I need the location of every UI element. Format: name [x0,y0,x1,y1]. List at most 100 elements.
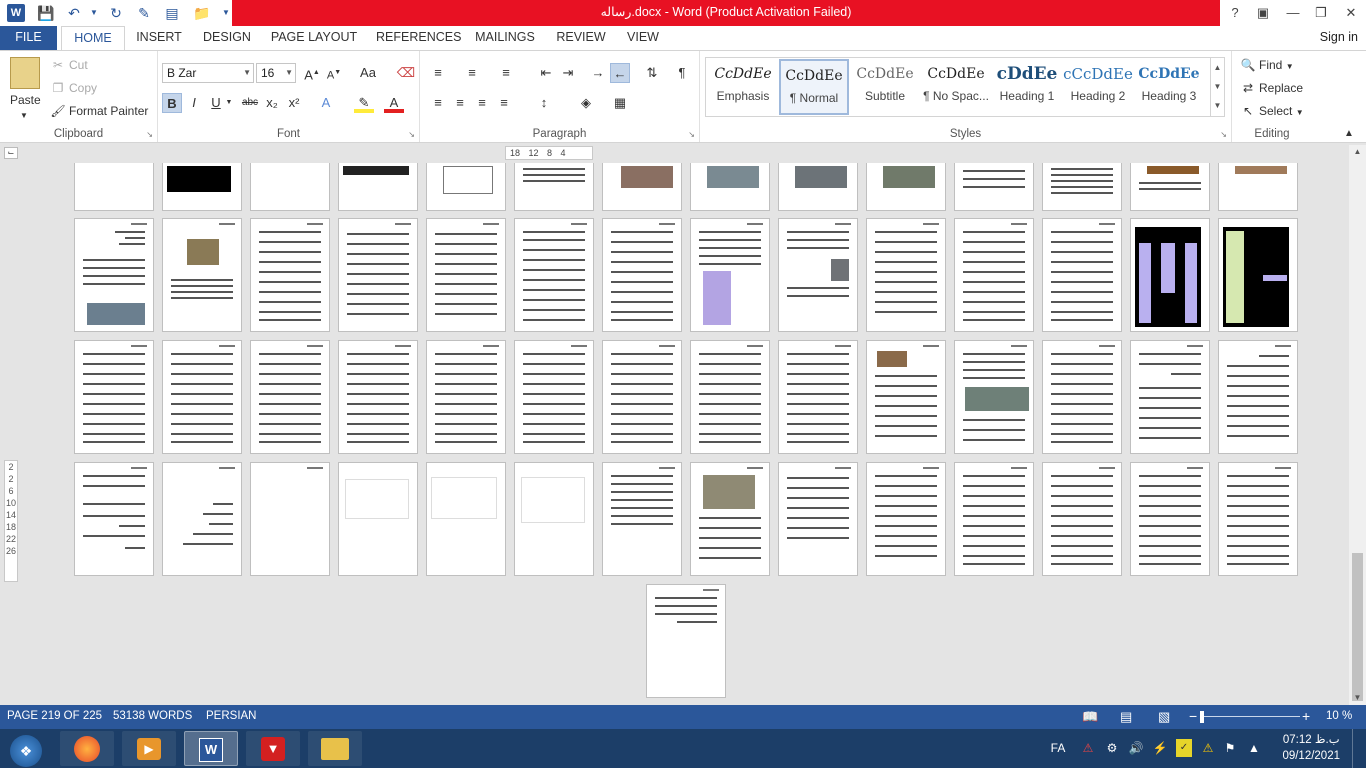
ltr-direction-icon[interactable]: → [588,63,608,83]
print-layout-icon[interactable]: ▤ [1120,705,1132,728]
new-document-icon[interactable]: ✎ [134,3,154,23]
print-preview-icon[interactable]: ▤ [162,3,182,23]
page-thumbnail[interactable] [338,340,418,454]
italic-button[interactable]: I [184,93,204,113]
subscript-button[interactable]: x₂ [262,93,282,113]
zoom-thumb[interactable] [1200,711,1204,723]
select-button[interactable]: ↖ Select ▼ [1240,102,1304,122]
page-thumbnail[interactable] [1042,462,1122,576]
grow-font-button[interactable]: A▲ [302,63,322,83]
tab-insert[interactable]: INSERT [134,26,184,50]
style-normal[interactable]: CcDdEe ¶ Normal [779,59,849,115]
page-thumbnail[interactable] [1042,218,1122,332]
page-thumbnail[interactable] [250,340,330,454]
cut-button[interactable]: ✂ Cut [50,56,88,74]
save-icon[interactable]: 💾 [36,3,56,23]
tab-references[interactable]: REFERENCES [376,26,461,50]
shading-icon[interactable]: ◈ [576,93,596,113]
warning-icon[interactable]: ⚠ [1200,739,1216,757]
paste-icon[interactable] [10,57,40,89]
font-dialog-launcher[interactable]: ↘ [408,130,415,139]
page-thumbnail[interactable] [1130,163,1210,211]
zoom-slider[interactable] [1202,716,1300,717]
bullets-icon[interactable]: ≡ [428,63,448,83]
word-taskbar-icon[interactable]: W [184,731,238,766]
page-thumbnail[interactable] [250,163,330,211]
vertical-scrollbar[interactable]: ▲ ▼ [1349,145,1366,705]
underline-dropdown-icon[interactable]: ▼ [224,93,234,113]
sort-icon[interactable]: ⇅ [642,63,662,83]
tab-selector-icon[interactable]: ⌙ [4,147,18,159]
ruler-marks[interactable]: 18 12 8 4 [505,146,593,160]
tab-page-layout[interactable]: PAGE LAYOUT [270,26,358,50]
scroll-down-icon[interactable]: ▼ [1349,691,1366,705]
page-thumbnail[interactable] [426,163,506,211]
change-case-button[interactable]: Aa [354,63,382,83]
page-thumbnail[interactable] [1218,340,1298,454]
align-center-icon[interactable]: ≡ [450,93,470,113]
page-thumbnail[interactable] [426,218,506,332]
collapse-ribbon-icon[interactable]: ▲ [1344,125,1354,143]
page-thumbnail[interactable] [866,340,946,454]
page-thumbnail[interactable] [866,462,946,576]
page-thumbnail[interactable] [954,218,1034,332]
tab-file[interactable]: FILE [0,26,57,50]
show-desktop-button[interactable] [1352,729,1366,768]
page-thumbnail[interactable] [514,218,594,332]
page-thumbnail[interactable] [162,462,242,576]
minimize-icon[interactable]: — [1282,2,1304,24]
page-thumbnail[interactable] [866,163,946,211]
page-thumbnail[interactable] [954,340,1034,454]
paragraph-dialog-launcher[interactable]: ↘ [688,130,695,139]
page-indicator[interactable]: PAGE 219 OF 225 [7,705,102,728]
tab-view[interactable]: VIEW [622,26,664,50]
page-thumbnail[interactable] [602,462,682,576]
shrink-font-button[interactable]: A▼ [324,63,344,83]
increase-indent-icon[interactable]: ⇥ [558,63,578,83]
justify-icon[interactable]: ≡ [494,93,514,113]
page-thumbnail[interactable] [74,218,154,332]
align-left-icon[interactable]: ≡ [428,93,448,113]
page-thumbnail[interactable] [250,462,330,576]
text-effects-button[interactable]: A [316,93,336,113]
tray-alert-icon[interactable]: ⚠ [1080,739,1096,757]
scrollbar-thumb[interactable] [1352,553,1363,701]
close-icon[interactable]: ✕ [1340,2,1362,24]
page-thumbnail[interactable] [602,163,682,211]
word-icon[interactable]: W [7,4,25,22]
find-button[interactable]: 🔍 Find ▼ [1240,56,1294,76]
page-thumbnail[interactable] [1042,340,1122,454]
chevron-up-icon[interactable]: ▲ [1211,58,1224,77]
page-thumbnail[interactable] [162,340,242,454]
zoom-out-button[interactable]: − [1189,705,1197,728]
font-name-combo[interactable]: B Zar ▼ [162,63,254,83]
action-center-icon[interactable]: ⚑ [1222,739,1238,757]
page-thumbnail[interactable] [602,218,682,332]
page-thumbnail[interactable] [514,340,594,454]
page-thumbnail[interactable] [954,163,1034,211]
style-subtitle[interactable]: CcDdEe Subtitle [850,59,920,115]
input-language[interactable]: FA [1048,739,1068,757]
page-thumbnail[interactable] [690,462,770,576]
strikethrough-button[interactable]: abc [238,93,262,113]
page-thumbnail[interactable] [74,163,154,211]
superscript-button[interactable]: x² [284,93,304,113]
language-indicator[interactable]: PERSIAN [206,705,257,728]
page-thumbnail[interactable] [426,462,506,576]
page-thumbnail[interactable] [778,462,858,576]
page-thumbnail[interactable] [602,340,682,454]
style-no-spacing[interactable]: CcDdEe ¶ No Spac... [921,59,991,115]
sign-in-link[interactable]: Sign in [1320,26,1358,49]
page-thumbnail[interactable] [690,340,770,454]
bold-button[interactable]: B [162,93,182,113]
power-icon[interactable]: ⚡ [1152,739,1168,757]
highlight-color-icon[interactable]: ✎ [354,93,374,113]
explorer-taskbar-icon[interactable] [308,731,362,766]
tray-network-tool-icon[interactable]: ⚙ [1104,739,1120,757]
page-thumbnail[interactable] [778,218,858,332]
page-thumbnail[interactable] [514,462,594,576]
redo-icon[interactable]: ↻ [106,3,126,23]
page-thumbnail[interactable] [646,584,726,698]
help-button[interactable]: ? [1224,2,1246,24]
align-right-icon[interactable]: ≡ [472,93,492,113]
